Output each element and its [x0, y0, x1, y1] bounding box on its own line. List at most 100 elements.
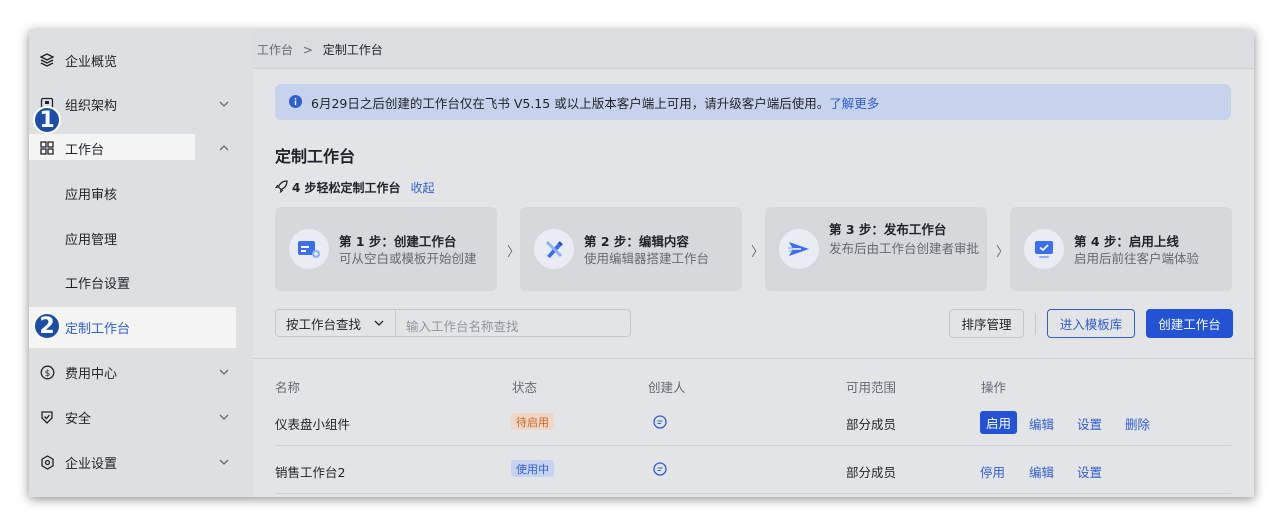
create-card-icon [289, 229, 329, 269]
column-header: 可用范围 [846, 380, 897, 395]
step-title: 第 2 步：编辑内容 [584, 234, 689, 249]
sidebar-item-workbench-settings[interactable]: 工作台设置 [29, 262, 253, 302]
divider [253, 358, 1254, 359]
edit-link[interactable]: 编辑 [1029, 462, 1054, 481]
chat-icon[interactable] [653, 462, 667, 480]
filter-select[interactable]: 按工作台查找 [276, 310, 396, 336]
app-window: 企业概览 组织架构 工作台 1 应用审核 应用管理 工作台设置 定制工作台 2 … [29, 30, 1254, 497]
layers-icon [39, 52, 55, 68]
step-desc: 启用后前往客户端体验 [1074, 251, 1200, 266]
notice-text: 6月29日之后创建的工作台仅在飞书 V5.15 或以上版本客户端上可用，请升级客… [311, 93, 879, 112]
step-card-4: 第 4 步：启用上线 启用后前往客户端体验 [1010, 207, 1232, 291]
column-header: 操作 [981, 380, 1007, 395]
scope-text: 部分成员 [846, 417, 897, 432]
search-group: 按工作台查找 输入工作台名称查找 [275, 309, 631, 337]
chevron-down-icon [374, 320, 384, 326]
notice-message: 6月29日之后创建的工作台仅在飞书 V5.15 或以上版本客户端上可用，请升级客… [311, 95, 830, 111]
learn-more-link[interactable]: 了解更多 [829, 96, 879, 111]
sidebar-item-workbench[interactable]: 工作台 [29, 128, 253, 168]
chevron-right-icon: 〉 [507, 245, 521, 260]
sidebar-item-org[interactable]: 组织架构 [29, 84, 253, 124]
sidebar-item-label: 工作台 [65, 142, 105, 158]
send-icon [779, 229, 819, 269]
chevron-up-icon[interactable] [217, 141, 231, 155]
divider [1035, 313, 1036, 335]
rocket-icon [274, 179, 288, 196]
template-library-button[interactable]: 进入模板库 [1047, 309, 1135, 338]
sidebar-item-company-settings[interactable]: 企业设置 [29, 442, 253, 482]
chevron-down-icon[interactable] [217, 365, 231, 379]
column-header: 创建人 [648, 380, 686, 395]
chevron-down-icon[interactable] [217, 410, 231, 424]
status-badge: 使用中 [511, 460, 554, 477]
column-header: 状态 [512, 380, 538, 395]
sidebar-item-label: 组织架构 [65, 98, 118, 114]
sidebar-item-label: 定制工作台 [65, 321, 131, 337]
chevron-right-icon: 〉 [996, 245, 1010, 260]
divider [275, 493, 1231, 494]
chevron-down-icon[interactable] [217, 97, 231, 111]
shield-icon [39, 409, 55, 425]
settings-link[interactable]: 设置 [1077, 414, 1102, 433]
hexagon-icon [39, 454, 55, 470]
guide-title: 4 步轻松定制工作台 [292, 181, 401, 195]
status-badge: 待启用 [511, 413, 554, 430]
step-card-1: 第 1 步：创建工作台 可从空白或模板开始创建 [275, 207, 497, 291]
dollar-icon: $ [39, 364, 55, 380]
step-title: 第 4 步：启用上线 [1074, 234, 1179, 249]
marker-1: 1 [33, 106, 61, 134]
page-title: 定制工作台 [275, 147, 356, 166]
step-card-2: 第 2 步：编辑内容 使用编辑器搭建工作台 [520, 207, 742, 291]
divider [275, 445, 1231, 446]
notice-banner: 6月29日之后创建的工作台仅在飞书 V5.15 或以上版本客户端上可用，请升级客… [275, 84, 1231, 120]
scope-text: 部分成员 [846, 465, 897, 480]
disable-link[interactable]: 停用 [980, 462, 1005, 481]
create-workbench-button[interactable]: 创建工作台 [1146, 309, 1233, 338]
sidebar-item-billing[interactable]: $ 费用中心 [29, 352, 253, 392]
step-title: 第 1 步：创建工作台 [339, 234, 457, 249]
search-input[interactable]: 输入工作台名称查找 [406, 316, 519, 335]
sidebar-item-label: 工作台设置 [65, 276, 131, 292]
filter-select-value: 按工作台查找 [286, 316, 362, 332]
sidebar-item-app-manage[interactable]: 应用管理 [29, 218, 253, 258]
delete-link[interactable]: 删除 [1125, 414, 1150, 433]
breadcrumb-bar: 工作台 > 定制工作台 [253, 30, 1254, 69]
step-card-3: 第 3 步：发布工作台 发布后由工作台创建者审批 [765, 207, 987, 291]
sidebar-item-label: 安全 [65, 411, 92, 427]
sidebar-item-label: 应用管理 [65, 232, 118, 248]
collapse-link[interactable]: 收起 [411, 179, 435, 196]
breadcrumb-separator: > [302, 43, 313, 57]
sidebar-item-label: 应用审核 [65, 187, 118, 203]
column-header: 名称 [275, 380, 301, 395]
sidebar-item-app-review[interactable]: 应用审核 [29, 173, 253, 213]
breadcrumb-root[interactable]: 工作台 [257, 43, 293, 57]
edit-tools-icon [534, 229, 574, 269]
sidebar-item-label: 费用中心 [65, 366, 118, 382]
edit-link[interactable]: 编辑 [1029, 414, 1054, 433]
step-desc: 使用编辑器搭建工作台 [584, 251, 710, 266]
chevron-down-icon[interactable] [217, 455, 231, 469]
workbench-name: 仪表盘小组件 [275, 417, 351, 432]
chat-icon[interactable] [653, 415, 667, 433]
main-content: 6月29日之后创建的工作台仅在飞书 V5.15 或以上版本客户端上可用，请升级客… [253, 69, 1254, 497]
settings-link[interactable]: 设置 [1077, 462, 1102, 481]
marker-2: 2 [33, 312, 61, 340]
svg-text:$: $ [44, 369, 50, 379]
guide-header: 4 步轻松定制工作台 收起 [274, 179, 435, 196]
sidebar-item-custom-workbench[interactable]: 定制工作台 [29, 307, 253, 347]
grid-icon [39, 140, 55, 156]
step-desc: 可从空白或模板开始创建 [339, 251, 477, 266]
sidebar-item-label: 企业概览 [65, 54, 118, 70]
enable-button[interactable]: 启用 [980, 411, 1018, 434]
sidebar-item-overview[interactable]: 企业概览 [29, 40, 253, 80]
sidebar: 企业概览 组织架构 工作台 1 应用审核 应用管理 工作台设置 定制工作台 2 … [29, 30, 253, 497]
sort-manage-button[interactable]: 排序管理 [949, 309, 1024, 338]
workbench-name: 销售工作台2 [275, 465, 346, 480]
breadcrumb-current: 定制工作台 [322, 43, 383, 57]
step-title: 第 3 步：发布工作台 [829, 222, 947, 237]
info-icon [289, 95, 302, 112]
sidebar-item-security[interactable]: 安全 [29, 397, 253, 437]
sidebar-item-label: 企业设置 [65, 456, 118, 472]
monitor-check-icon [1024, 229, 1064, 269]
step-desc: 发布后由工作台创建者审批 [829, 241, 980, 256]
